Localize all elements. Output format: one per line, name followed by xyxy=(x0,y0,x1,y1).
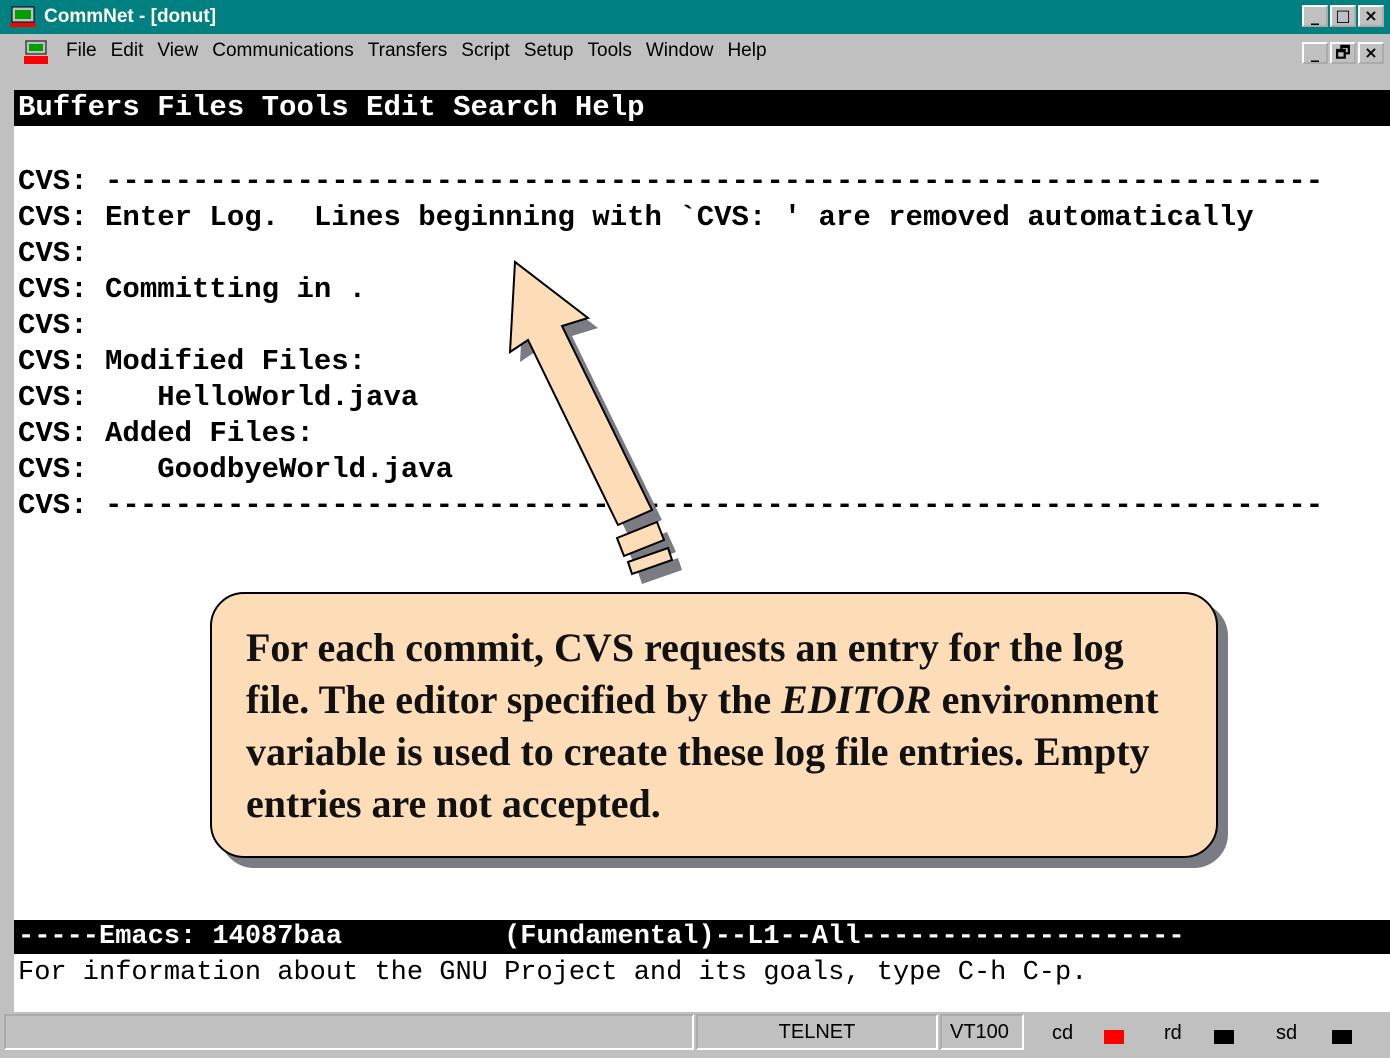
title-bar: CommNet - [donut] _ □ × xyxy=(0,0,1390,34)
buffer-line: CVS: GoodbyeWorld.java xyxy=(18,453,454,486)
buffer-line: CVS: HelloWorld.java xyxy=(18,381,419,414)
emacs-mode-line: -----Emacs: 14087baa (Fundamental)--L1--… xyxy=(14,920,1390,954)
status-bar: TELNET VT100 cd rd sd xyxy=(0,1012,1390,1058)
cd-indicator-label: cd xyxy=(1052,1022,1074,1044)
status-terminal-type: VT100 xyxy=(940,1014,1024,1050)
callout-text-emphasis: EDITOR xyxy=(781,677,932,722)
menu-script[interactable]: Script xyxy=(461,40,510,62)
cd-indicator-led xyxy=(1104,1030,1124,1044)
menu-file[interactable]: File xyxy=(66,40,97,62)
window-title: CommNet - [donut] xyxy=(44,6,217,27)
status-message-field xyxy=(4,1014,694,1050)
close-button[interactable]: × xyxy=(1358,5,1384,27)
maximize-button[interactable]: □ xyxy=(1330,5,1356,27)
rd-indicator-label: rd xyxy=(1164,1022,1182,1044)
terminal-screen[interactable]: Buffers Files Tools Edit Search Help CVS… xyxy=(14,90,1390,1012)
buffer-line: CVS: Enter Log. Lines beginning with `CV… xyxy=(18,201,1254,234)
menu-setup[interactable]: Setup xyxy=(524,40,574,62)
menu-window[interactable]: Window xyxy=(646,40,714,62)
minimize-button[interactable]: _ xyxy=(1302,5,1328,27)
buffer-line: CVS: xyxy=(18,237,88,270)
sd-indicator-led xyxy=(1332,1030,1352,1044)
menu-bar: File Edit View Communications Transfers … xyxy=(0,34,1390,90)
menu-edit[interactable]: Edit xyxy=(111,40,144,62)
callout-box: For each commit, CVS requests an entry f… xyxy=(210,592,1218,858)
buffer-line: CVS: Added Files: xyxy=(18,417,314,450)
telnet-document-icon[interactable] xyxy=(24,40,50,66)
emacs-menu-bar[interactable]: Buffers Files Tools Edit Search Help xyxy=(14,90,1390,126)
buffer-line: CVS: Modified Files: xyxy=(18,345,367,378)
menu-transfers[interactable]: Transfers xyxy=(368,40,448,62)
menu-tools[interactable]: Tools xyxy=(588,40,632,62)
buffer-line: CVS: xyxy=(18,309,88,342)
menu-view[interactable]: View xyxy=(157,40,198,62)
buffer-line: CVS: Committing in . xyxy=(18,273,367,306)
doc-close-button[interactable]: × xyxy=(1358,42,1384,64)
menu-help[interactable]: Help xyxy=(727,40,766,62)
menu-communications[interactable]: Communications xyxy=(212,40,354,62)
status-protocol: TELNET xyxy=(696,1014,938,1050)
sd-indicator-label: sd xyxy=(1276,1022,1298,1044)
buffer-line: CVS: -----------------------------------… xyxy=(18,489,1324,522)
buffer-line: CVS: -----------------------------------… xyxy=(18,165,1324,198)
commnet-app-icon[interactable] xyxy=(10,6,38,28)
emacs-echo-area: For information about the GNU Project an… xyxy=(18,958,1088,988)
doc-restore-button[interactable]: 🗗 xyxy=(1330,42,1356,64)
rd-indicator-led xyxy=(1214,1030,1234,1044)
callout-text: For each commit, CVS requests an entry f… xyxy=(246,622,1196,830)
doc-minimize-button[interactable]: _ xyxy=(1302,42,1328,64)
